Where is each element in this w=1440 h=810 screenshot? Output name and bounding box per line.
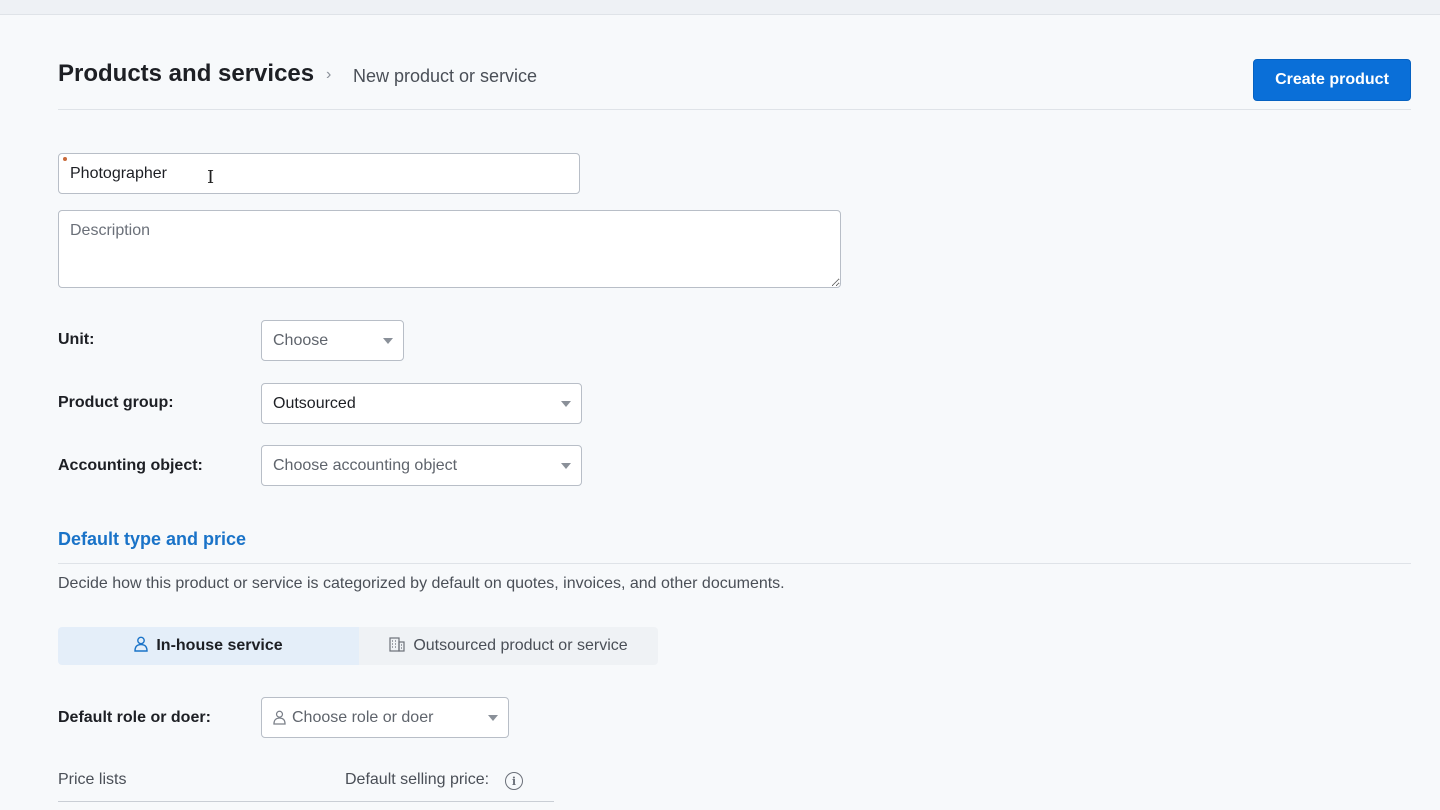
- building-icon: [389, 636, 405, 657]
- section-title: Default type and price: [58, 529, 247, 549]
- chevron-down-icon: [561, 401, 571, 407]
- product-name-input[interactable]: [58, 153, 580, 194]
- product-group-select[interactable]: Outsourced: [261, 383, 582, 424]
- product-group-select-value: Outsourced: [273, 394, 356, 412]
- outsourced-label: Outsourced product or service: [413, 637, 628, 654]
- unit-select[interactable]: Choose: [261, 320, 404, 361]
- info-icon[interactable]: i: [505, 772, 523, 790]
- chevron-down-icon: [488, 715, 498, 721]
- in-house-service-option[interactable]: In-house service: [58, 627, 359, 665]
- person-icon: [134, 636, 149, 657]
- price-table-divider: [58, 801, 554, 802]
- create-product-button[interactable]: Create product: [1253, 59, 1411, 101]
- product-group-label: Product group:: [58, 394, 174, 411]
- outsourced-option[interactable]: Outsourced product or service: [359, 627, 658, 665]
- description-textarea[interactable]: [58, 210, 841, 288]
- section-divider: [58, 563, 1411, 564]
- breadcrumb-current: New product or service: [353, 66, 538, 86]
- person-icon: [273, 710, 286, 725]
- breadcrumb-chevron-icon: ›: [326, 66, 332, 83]
- header-divider: [58, 109, 1411, 110]
- unit-label: Unit:: [58, 331, 95, 348]
- default-role-select[interactable]: Choose role or doer: [261, 697, 509, 738]
- page-title[interactable]: Products and services: [58, 60, 314, 88]
- in-house-service-label: In-house service: [156, 637, 283, 654]
- default-role-placeholder: Choose role or doer: [292, 708, 434, 726]
- chevron-down-icon: [383, 338, 393, 344]
- unit-select-value: Choose: [273, 331, 329, 349]
- default-selling-price-header: Default selling price:: [345, 771, 490, 788]
- default-role-label: Default role or doer:: [58, 709, 211, 726]
- chevron-down-icon: [561, 463, 571, 469]
- required-indicator: [63, 157, 67, 161]
- type-segmented-control: In-house service Outsourced product or s…: [58, 627, 658, 665]
- section-description: Decide how this product or service is ca…: [58, 575, 785, 592]
- accounting-object-select[interactable]: Choose accounting object: [261, 445, 582, 486]
- top-strip: [0, 0, 1440, 15]
- price-lists-header: Price lists: [58, 771, 127, 788]
- text-cursor-icon: I: [207, 167, 215, 188]
- accounting-object-select-value: Choose accounting object: [273, 456, 458, 474]
- accounting-object-label: Accounting object:: [58, 457, 203, 474]
